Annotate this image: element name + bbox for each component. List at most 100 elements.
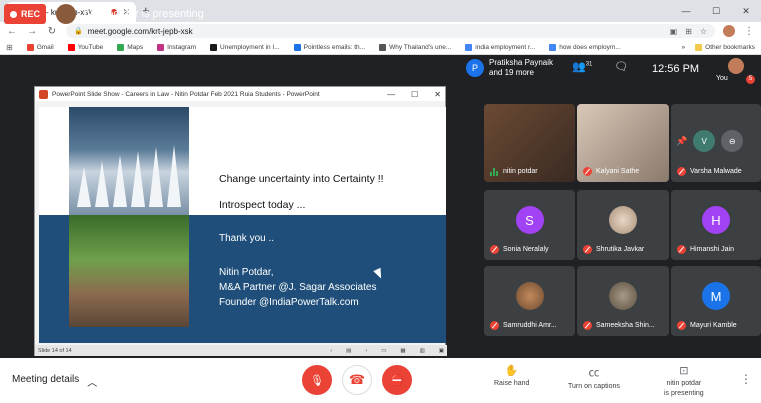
participant-tile[interactable]: nitin potdar [484, 104, 575, 182]
participant-photo-avatar [609, 206, 637, 234]
mic-off-icon [583, 167, 592, 176]
captions-icon: ㏄ [588, 367, 600, 379]
apps-grid-icon[interactable]: ⊞ [6, 43, 13, 52]
meet-top-bar [0, 56, 761, 84]
participant-tile[interactable]: Kalyani Sathe [577, 104, 669, 182]
remove-icon[interactable]: ⊖ [721, 130, 744, 152]
presenter-banner: nitin potdar is presenting [56, 4, 204, 24]
speaker-avatar-v[interactable]: V [693, 130, 716, 152]
next-slide-button[interactable]: › [365, 348, 367, 354]
mic-toggle-button[interactable]: 🎙 [302, 365, 332, 395]
bookmark-gmail[interactable]: Gmail [26, 43, 54, 51]
participant-name: nitin potdar [503, 168, 538, 175]
extensions-icon[interactable]: ⊞ [685, 27, 692, 36]
back-arrow-icon[interactable]: ← [6, 26, 18, 37]
lock-icon: 🔒 [74, 28, 83, 35]
slide-line-certainty: Change uncertainty into Certainty !! [219, 173, 384, 185]
meeting-details-button[interactable]: Meeting details ︿ [12, 374, 97, 389]
participant-name: Sameeksha Shin... [596, 322, 655, 329]
hand-icon: ✋ [504, 365, 519, 377]
ppt-minimize-button[interactable]: — [387, 90, 395, 99]
more-options-icon[interactable]: ⋮ [740, 372, 752, 386]
self-avatar [728, 58, 744, 74]
presenter-avatar [56, 4, 76, 24]
bookmark-how-does[interactable]: how does employm... [549, 43, 621, 51]
camera-toggle-button[interactable]: ⛔ [382, 365, 412, 395]
present-screen-icon: ⊡ [679, 365, 689, 377]
participant-name: Varsha Malwade [690, 168, 742, 175]
presenting-button[interactable]: ⊡ nitin potdar is presenting [664, 364, 704, 397]
participants-summary[interactable]: P Pratiksha Paynaik and 19 more [466, 58, 561, 78]
url-bar[interactable]: 🔒 meet.google.com/krt-jepb-xsk ▣ ⊞ ☆ [66, 24, 715, 38]
prev-slide-button[interactable]: ‹ [330, 348, 332, 354]
participant-photo-avatar [515, 282, 544, 310]
you-label: You [716, 75, 728, 82]
participant-tile[interactable]: H Himanshi Jain [671, 190, 761, 260]
normal-view-icon[interactable]: ▭ [381, 348, 386, 354]
participant-name: Sonia Neralaly [503, 246, 549, 253]
bookmark-instagram[interactable]: Instagram [157, 43, 196, 51]
ppt-maximize-button[interactable]: ☐ [411, 90, 418, 99]
bookmark-unemployment[interactable]: Unemployment in I... [210, 43, 280, 51]
participant-initial-avatar: S [515, 206, 544, 234]
phone-hangup-icon: ☎ [348, 372, 366, 387]
participant-tile[interactable]: Sameeksha Shin... [577, 266, 669, 336]
bookmark-thailand[interactable]: Why Thailand's une... [379, 43, 451, 51]
captions-button[interactable]: ㏄ Turn on captions [568, 364, 620, 390]
meet-top-icons: 👥31 🗨 [572, 60, 628, 73]
minimize-button[interactable]: — [671, 0, 701, 22]
reload-icon[interactable]: ↻ [46, 26, 58, 37]
participant-name: Shrutika Javkar [596, 246, 645, 253]
raise-hand-button[interactable]: ✋ Raise hand [494, 364, 529, 387]
chat-icon[interactable]: 🗨 [614, 60, 628, 73]
tile-hover-tools: 📌 V ⊖ [676, 126, 744, 156]
record-dot-icon [10, 10, 17, 18]
bookmark-star-icon[interactable]: ☆ [700, 27, 707, 36]
slide-signature: Nitin Potdar, M&A Partner @J. Sagar Asso… [219, 265, 376, 310]
bookmark-youtube[interactable]: YouTube [67, 43, 103, 51]
participant-initial-avatar: H [702, 206, 730, 234]
participant-name: Himanshi Jain [690, 246, 734, 253]
bookmark-maps[interactable]: Maps [117, 43, 143, 51]
close-window-button[interactable]: ✕ [731, 0, 761, 22]
bookmarks-overflow-button[interactable]: » [682, 44, 686, 51]
reading-view-icon[interactable]: ▥ [420, 348, 425, 354]
maximize-button[interactable]: ☐ [701, 0, 731, 22]
participant-tile[interactable]: Shrutika Javkar [577, 190, 669, 260]
mic-off-icon [490, 321, 499, 330]
ie-icon [210, 43, 218, 51]
participant-tile[interactable]: Samruddhi Amr... [484, 266, 575, 336]
bookmark-india-employment[interactable]: india employment r... [465, 43, 535, 51]
browser-menu-icon[interactable]: ⋮ [743, 26, 755, 37]
recording-badge: REC [4, 4, 47, 24]
mic-off-icon [583, 321, 592, 330]
forward-arrow-icon[interactable]: → [26, 26, 38, 37]
slideshow-view-icon[interactable]: ▣ [439, 348, 444, 354]
bookmark-pointless-emails[interactable]: Pointless emails: th... [293, 43, 365, 51]
people-icon[interactable]: 👥31 [572, 60, 592, 73]
powerpoint-window: PowerPoint Slide Show - Careers in Law -… [34, 86, 447, 356]
bookmarks-bar: ⊞ Gmail YouTube Maps Instagram Unemploym… [0, 40, 761, 55]
camera-off-icon: ⛔ [390, 374, 404, 387]
slide-sorter-icon[interactable]: ▤ [346, 348, 351, 354]
pin-icon[interactable]: 📌 [676, 136, 687, 147]
participant-tile[interactable]: S Sonia Neralaly [484, 190, 575, 260]
participants-summary-text: Pratiksha Paynaik and 19 more [489, 58, 554, 77]
other-bookmarks[interactable]: Other bookmarks [695, 43, 755, 51]
meet-bottom-bar: Meeting details ︿ 🎙 ☎ ⛔ ✋ Raise hand ㏄ T… [0, 358, 761, 403]
camera-permission-icon[interactable]: ▣ [670, 27, 678, 36]
sailboats-image [69, 107, 189, 215]
maps-icon [117, 43, 125, 51]
powerpoint-window-title: PowerPoint Slide Show - Careers in Law -… [52, 90, 320, 98]
meeting-clock: 12:56 PM [652, 63, 700, 75]
ppt-close-button[interactable]: ✕ [434, 90, 441, 99]
profile-avatar[interactable] [723, 25, 735, 37]
news-icon [379, 43, 387, 51]
presenting-text: nitin potdar is presenting [84, 8, 204, 20]
google-icon [549, 43, 557, 51]
window-controls: — ☐ ✕ [671, 0, 761, 22]
slide-counter: Slide 14 of 14 [38, 347, 72, 354]
leave-call-button[interactable]: ☎ [342, 365, 372, 395]
grid-view-icon[interactable]: ▦ [400, 348, 405, 354]
participant-tile[interactable]: M Mayuri Kamble [671, 266, 761, 336]
